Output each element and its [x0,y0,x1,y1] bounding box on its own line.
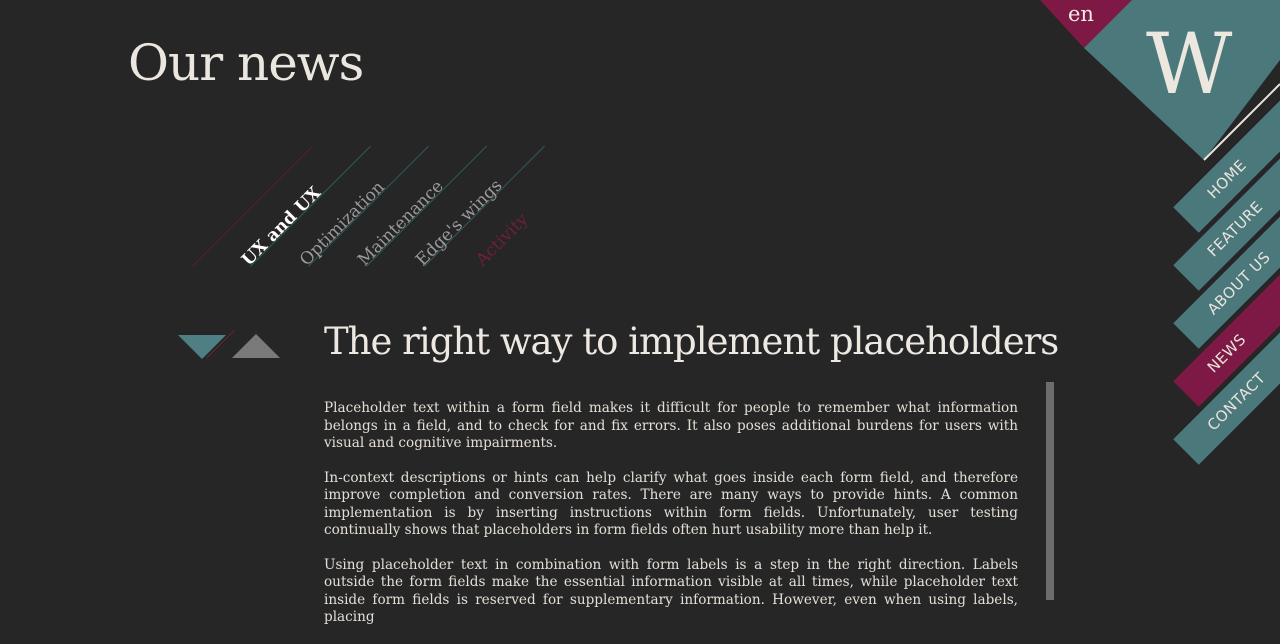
category-filter: UX and UX Optimization Maintenance Edge'… [0,0,600,300]
triangle-down-icon[interactable] [178,335,226,359]
category-activity[interactable]: Activity [472,210,532,270]
language-switch[interactable]: en [1068,2,1094,26]
article-title: The right way to implement placeholders [324,320,1059,363]
article-paragraph: In-context descriptions or hints can hel… [324,469,1018,539]
article-paragraph: Using placeholder text in combination wi… [324,556,1018,626]
article-body: Placeholder text within a form field mak… [324,400,1018,644]
triangle-up-icon[interactable] [232,334,280,358]
logo[interactable]: W [1146,22,1232,106]
article-paragraph: Placeholder text within a form field mak… [324,400,1018,451]
